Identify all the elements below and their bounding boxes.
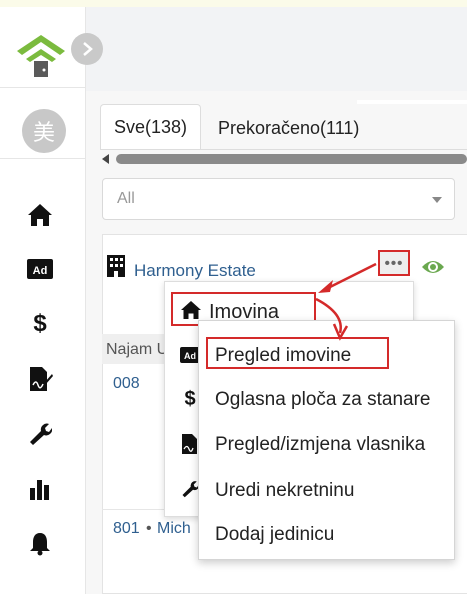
list-header-label: Najam U <box>106 341 169 358</box>
bar-chart-icon[interactable] <box>26 475 54 503</box>
submenu-item-owner-edit[interactable]: Pregled/izmjena vlasnika <box>215 434 425 456</box>
building-icon <box>107 255 125 277</box>
submenu-item-property-overview[interactable]: Pregled imovine <box>215 345 351 367</box>
ad-icon[interactable]: Ad <box>26 255 54 283</box>
ad-icon[interactable]: Ad <box>180 344 200 366</box>
eye-icon[interactable] <box>421 258 445 276</box>
dollar-icon[interactable]: $ <box>180 388 200 410</box>
wrench-icon[interactable] <box>26 420 54 448</box>
wrench-icon[interactable] <box>180 478 200 500</box>
home-icon[interactable] <box>26 201 54 229</box>
more-options-button[interactable]: ••• <box>378 250 410 276</box>
tabs-divider <box>100 149 467 150</box>
property-title-link[interactable]: Harmony Estate <box>134 261 256 281</box>
submenu-item-add-unit[interactable]: Dodaj jedinicu <box>215 524 334 546</box>
logo-icon[interactable] <box>15 27 67 77</box>
home-icon <box>181 301 201 319</box>
tenant-link[interactable]: Mich <box>157 520 191 538</box>
submenu-item-edit-property[interactable]: Uredi nekretninu <box>215 480 354 502</box>
header-divider <box>357 100 467 104</box>
sidebar: 美 Ad $ <box>0 7 86 594</box>
dollar-icon[interactable]: $ <box>26 310 54 338</box>
avatar[interactable]: 美 <box>22 109 66 153</box>
row-bullet: • <box>146 520 152 537</box>
header-bar <box>86 7 467 91</box>
bell-icon[interactable] <box>26 530 54 558</box>
unit-link[interactable]: 801 <box>113 520 140 538</box>
chevron-down-icon <box>432 197 442 203</box>
sidebar-divider <box>0 158 86 159</box>
scrollbar-thumb[interactable] <box>116 154 467 164</box>
horizontal-scrollbar[interactable] <box>102 152 467 166</box>
document-signature-icon[interactable] <box>26 365 54 393</box>
sidebar-collapse-button[interactable] <box>71 33 103 65</box>
unit-link[interactable]: 008 <box>113 375 140 393</box>
document-signature-icon[interactable] <box>180 433 200 455</box>
tab-all[interactable]: Sve(138) <box>100 104 201 150</box>
sidebar-divider <box>0 87 86 88</box>
top-strip <box>0 0 467 7</box>
filter-select[interactable]: All <box>102 178 455 220</box>
submenu-item-tenant-board[interactable]: Oglasna ploča za stanare <box>215 389 430 411</box>
filter-select-value: All <box>117 190 135 207</box>
scroll-left-arrow-icon[interactable] <box>102 154 109 164</box>
tab-overdue[interactable]: Prekoračeno(111) <box>218 118 359 139</box>
svg-text:Ad: Ad <box>33 265 48 277</box>
svg-text:Ad: Ad <box>184 351 196 361</box>
